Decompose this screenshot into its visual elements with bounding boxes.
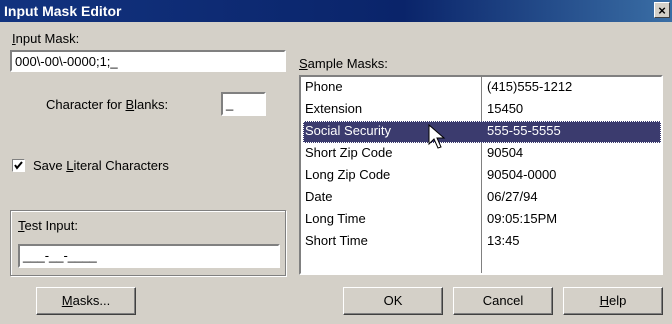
cancel-button[interactable]: Cancel (453, 287, 553, 315)
close-button[interactable]: × (654, 2, 670, 18)
save-literal-label[interactable]: Save Literal Characters (33, 158, 169, 173)
list-item[interactable]: Extension 15450 (303, 99, 661, 121)
save-literal-checkbox[interactable] (12, 159, 25, 172)
blanks-value: _ (226, 96, 234, 111)
input-mask-label: Input Mask: (12, 31, 80, 46)
test-input-label: Test Input: (18, 218, 78, 233)
blanks-field[interactable]: _ (221, 92, 266, 116)
input-mask-field[interactable]: 000\-00\-0000;1;_ (10, 50, 286, 72)
list-item[interactable]: Phone (415)555-1212 (303, 77, 661, 99)
mouse-cursor-icon (428, 124, 446, 149)
list-item[interactable]: Short Zip Code 90504 (303, 143, 661, 165)
input-mask-value: 000\-00\-0000;1;_ (15, 54, 118, 69)
list-item[interactable]: Long Zip Code 90504-0000 (303, 165, 661, 187)
sample-masks-list[interactable]: Phone (415)555-1212 Extension 15450 Social… (299, 75, 663, 275)
help-button[interactable]: Help (563, 287, 663, 315)
test-input-value: ___-__-____ (23, 248, 97, 263)
ok-button[interactable]: OK (343, 287, 443, 315)
close-icon: × (658, 3, 666, 18)
blanks-label: Character for Blanks: (46, 97, 169, 112)
check-icon (14, 161, 23, 170)
window-title: Input Mask Editor (4, 3, 122, 19)
list-item[interactable]: Long Time 09:05:15PM (303, 209, 661, 231)
list-item[interactable]: Short Time 13:45 (303, 231, 661, 253)
masks-button[interactable]: Masks... (36, 287, 136, 315)
sample-masks-label: Sample Masks: (299, 56, 388, 71)
list-item-selected[interactable]: Social Security 555-55-5555 (303, 121, 661, 143)
test-input-field[interactable]: ___-__-____ (18, 244, 280, 268)
title-bar[interactable]: Input Mask Editor × (0, 0, 672, 22)
list-item[interactable]: Date 06/27/94 (303, 187, 661, 209)
